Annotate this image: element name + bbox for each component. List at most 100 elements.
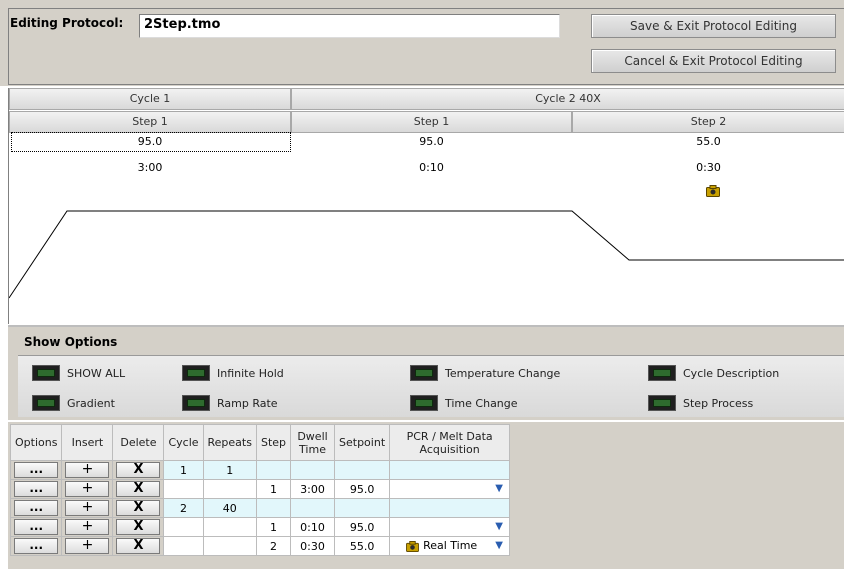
chevron-down-icon[interactable]: ▼ [491,482,507,496]
dwell-time-cell[interactable] [290,498,336,518]
delete-button[interactable]: X [116,500,161,516]
led-toggle-icon [32,365,60,381]
dwell-time-cell[interactable]: 0:10 [290,517,336,537]
led-toggle-icon [32,395,60,411]
acquisition-cell[interactable] [389,460,511,480]
repeats-cell[interactable] [202,517,257,537]
led-toggle-icon [182,395,210,411]
setpoint-cell[interactable]: 95.0 [334,517,391,537]
dwell-time-cell[interactable]: 0:30 [290,536,336,556]
setpoint-cell[interactable] [334,460,391,480]
options-button[interactable]: ... [14,519,59,535]
column-header-repeats: Repeats [202,424,257,461]
repeats-cell[interactable] [202,536,257,556]
header-border [8,8,844,9]
save-exit-button[interactable]: Save & Exit Protocol Editing [591,14,836,38]
cancel-exit-button[interactable]: Cancel & Exit Protocol Editing [591,49,836,73]
toggle-cycle-description[interactable]: Cycle Description [648,365,779,381]
led-toggle-icon [410,365,438,381]
step-cell[interactable]: 1 [255,517,292,537]
camera-icon [406,540,419,552]
temperature-profile-trace [9,210,844,299]
toggle-step-process[interactable]: Step Process [648,395,753,411]
step-cell[interactable]: 1 [255,479,292,499]
column-header-setpoint: Setpoint [334,424,391,461]
delete-button[interactable]: X [116,481,161,497]
insert-button[interactable]: + [65,538,110,554]
setpoint-cell[interactable]: 95.0 [334,479,391,499]
column-header-options: Options [9,424,63,461]
column-header-insert: Insert [61,424,114,461]
column-header-cycle: Cycle [163,424,204,461]
column-header-step: Step [255,424,292,461]
dwell-time-cell[interactable]: 3:00 [290,479,336,499]
chevron-down-icon[interactable]: ▼ [491,520,507,534]
delete-button[interactable]: X [116,462,161,478]
options-button[interactable]: ... [14,538,59,554]
protocol-steps-table: Options Insert Delete Cycle Repeats Step… [9,424,511,556]
header-border [8,84,844,85]
cycle-cell[interactable]: 2 [163,498,204,518]
toggle-label: Step Process [683,396,754,410]
cycle-cell[interactable] [163,536,204,556]
show-options-box: SHOW ALL Gradient Infinite Hold Ramp Rat… [18,355,844,417]
column-header-dwell-time: Dwell Time [290,424,336,461]
show-options-title: Show Options [24,335,118,349]
acquisition-cell[interactable] [389,498,511,518]
table-row: ... + X 1 0:10 95.0 ▼ [9,517,511,537]
toggle-label: Ramp Rate [217,396,278,410]
repeats-cell[interactable]: 40 [202,498,257,518]
options-button[interactable]: ... [14,481,59,497]
protocol-graph: Cycle 1 Cycle 2 40X Step 1 Step 1 Step 2… [8,88,844,324]
repeats-cell[interactable] [202,479,257,499]
delete-button[interactable]: X [116,519,161,535]
acquisition-cell[interactable]: ▼ [389,517,511,537]
insert-button[interactable]: + [65,462,110,478]
protocol-filename-field[interactable]: 2Step.tmo [139,14,560,38]
toggle-label: Cycle Description [683,366,780,380]
toggle-label: SHOW ALL [67,366,126,380]
insert-button[interactable]: + [65,519,110,535]
insert-button[interactable]: + [65,481,110,497]
led-toggle-icon [410,395,438,411]
toggle-show-all[interactable]: SHOW ALL [32,365,125,381]
led-toggle-icon [648,395,676,411]
dwell-time-cell[interactable] [290,460,336,480]
cycle-cell[interactable]: 1 [163,460,204,480]
repeats-cell[interactable]: 1 [202,460,257,480]
toggle-time-change[interactable]: Time Change [410,395,518,411]
step-cell[interactable]: 2 [255,536,292,556]
header-border [8,8,9,84]
acquisition-cell[interactable]: ▼ [389,479,511,499]
editing-protocol-label: Editing Protocol: [10,16,124,30]
acquisition-cell[interactable]: Real Time ▼ [389,536,511,556]
table-row: ... + X 1 3:00 95.0 ▼ [9,479,511,499]
toggle-label: Gradient [67,396,115,410]
toggle-infinite-hold[interactable]: Infinite Hold [182,365,284,381]
insert-button[interactable]: + [65,500,110,516]
cycle-cell[interactable] [163,517,204,537]
column-header-delete: Delete [112,424,165,461]
protocol-steps-table-area: Options Insert Delete Cycle Repeats Step… [8,422,844,569]
table-row: ... + X 1 1 [9,460,511,480]
step-cell[interactable] [255,460,292,480]
step-cell[interactable] [255,498,292,518]
toggle-ramp-rate[interactable]: Ramp Rate [182,395,278,411]
toggle-temperature-change[interactable]: Temperature Change [410,365,560,381]
chevron-down-icon[interactable]: ▼ [491,539,507,553]
setpoint-cell[interactable] [334,498,391,518]
options-button[interactable]: ... [14,500,59,516]
led-toggle-icon [648,365,676,381]
toggle-label: Temperature Change [445,366,561,380]
show-options-panel: Show Options SHOW ALL Gradient Infinite … [8,325,844,420]
setpoint-cell[interactable]: 55.0 [334,536,391,556]
column-header-acquisition: PCR / Melt Data Acquisition [389,424,511,461]
table-row: ... + X 2 0:30 55.0 Real Time ▼ [9,536,511,556]
cycle-cell[interactable] [163,479,204,499]
toggle-gradient[interactable]: Gradient [32,395,115,411]
delete-button[interactable]: X [116,538,161,554]
protocol-header: Editing Protocol: 2Step.tmo Save & Exit … [0,0,844,86]
table-row: ... + X 2 40 [9,498,511,518]
toggle-label: Infinite Hold [217,366,284,380]
options-button[interactable]: ... [14,462,59,478]
